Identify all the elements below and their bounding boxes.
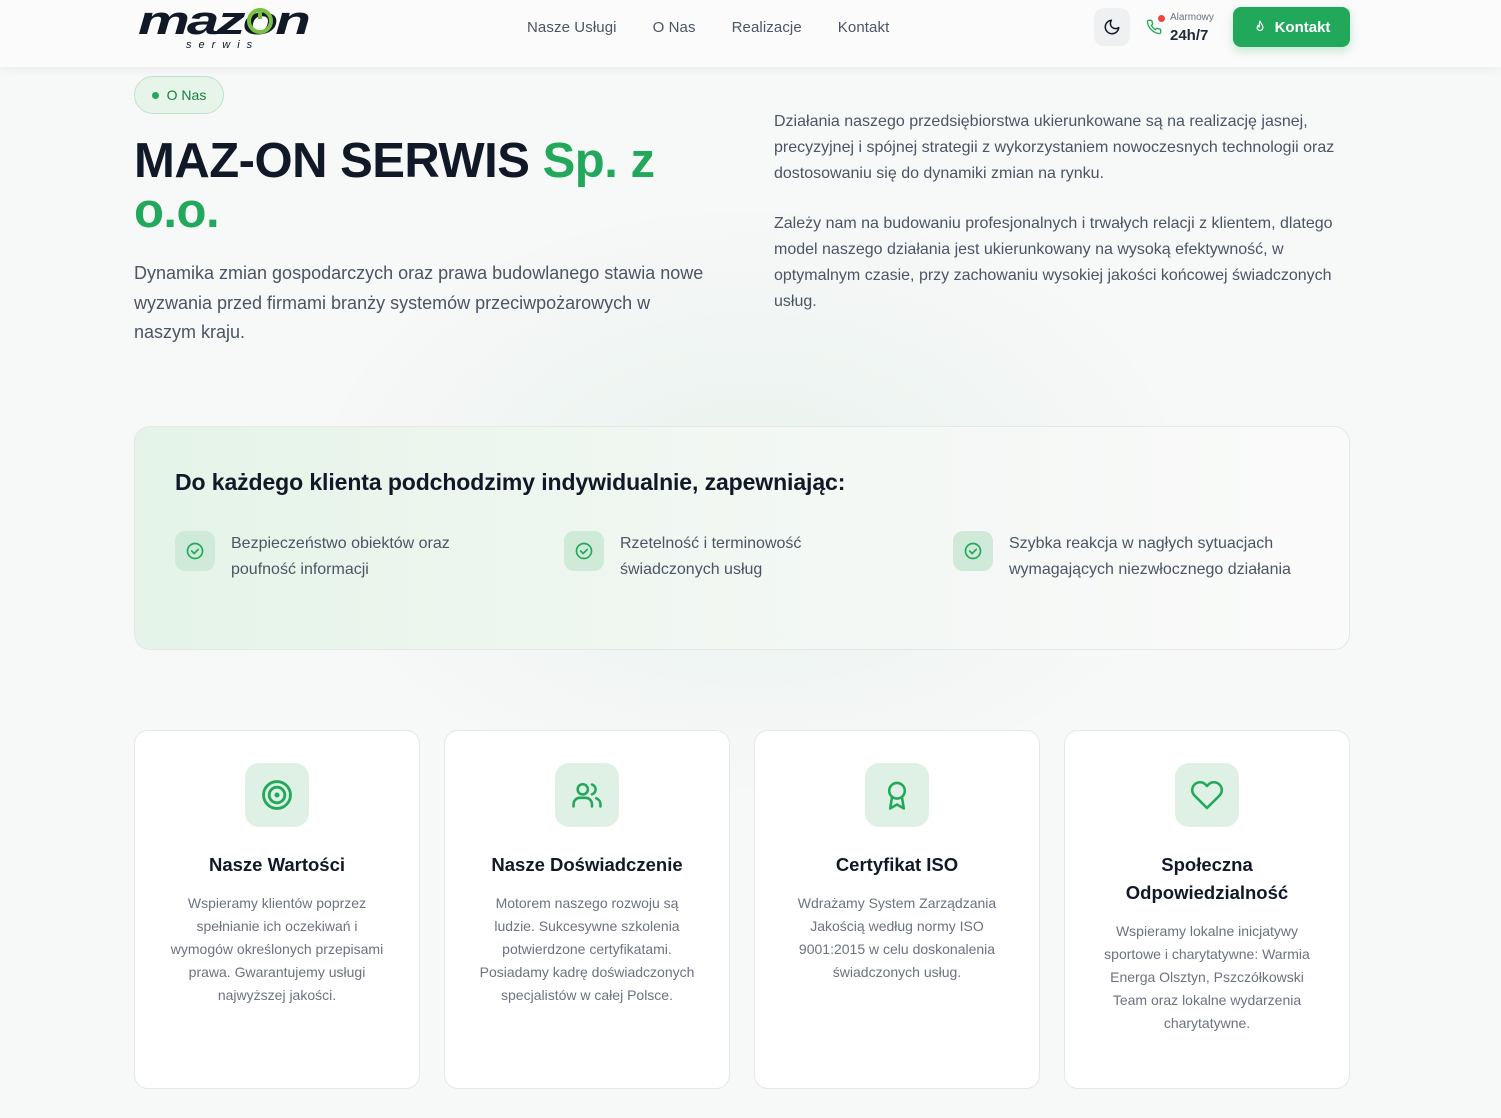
approach-item-text: Rzetelność i terminowość świadczonych us… [620, 535, 802, 578]
alarm-label: Alarmowy [1170, 12, 1214, 23]
feature-card-csr: Społeczna Odpowiedzialność Wspieramy lok… [1064, 730, 1350, 1089]
hero-lead: Dynamika zmian gospodarczych oraz prawa … [134, 263, 704, 342]
approach-box: Do każdego klienta podchodzimy indywidua… [134, 426, 1350, 650]
card-title: Certyfikat ISO [835, 854, 959, 875]
nav-item-uslugi[interactable]: Nasze Usługi [527, 19, 617, 36]
badge-label: O Nas [166, 87, 207, 103]
contact-button-label: Kontakt [1274, 18, 1331, 36]
approach-title: Do każdego klienta podchodzimy indywidua… [175, 469, 846, 495]
heart-icon [1175, 763, 1239, 827]
svg-text:mazon: mazon [138, 4, 309, 43]
users-icon [555, 763, 619, 827]
card-text: Wdrażamy System Zarządzania Jakością wed… [797, 895, 997, 980]
card-text: Motorem naszego rozwoju są ludzie. Sukce… [479, 895, 695, 1003]
approach-item: Szybka reakcja w nagłych sytuacjach wyma… [953, 531, 1291, 631]
svg-text:serwis: serwis [186, 39, 259, 50]
section-badge: O Nas [134, 76, 224, 114]
approach-item: Rzetelność i terminowość świadczonych us… [564, 531, 884, 631]
nav-item-kontakt[interactable]: Kontakt [838, 19, 890, 36]
check-circle-icon [564, 531, 604, 571]
feature-card-iso: Certyfikat ISO Wdrażamy System Zarządzan… [754, 730, 1040, 1089]
alarm-status-dot [1158, 15, 1165, 22]
feature-card-values: Nasze Wartości Wspieramy klientów poprze… [134, 730, 420, 1089]
check-circle-icon [175, 531, 215, 571]
moon-icon [1104, 19, 1120, 35]
award-icon [865, 763, 929, 827]
flame-icon [1256, 20, 1264, 32]
approach-item-text: Szybka reakcja w nagłych sytuacjach wyma… [1009, 535, 1291, 578]
about-paragraph: Zależy nam na budowaniu profesjonalnych … [774, 215, 1333, 310]
badge-dot [151, 91, 159, 99]
alarm-phone[interactable]: Alarmowy 24h/7 [1146, 10, 1226, 50]
title-main: MAZ-ON SERWIS [134, 134, 530, 188]
logo[interactable]: mazon serwis [138, 4, 310, 50]
card-title: Społeczna Odpowiedzialność [1125, 854, 1289, 903]
main-nav: Nasze Usługi O Nas Realizacje Kontakt [527, 0, 925, 54]
about-text: Działania naszego przedsiębiorstwa ukier… [774, 109, 1354, 339]
card-title: Nasze Doświadczenie [491, 854, 683, 875]
page-title: MAZ-ON SERWIS Sp. z o.o. [134, 136, 734, 236]
card-text: Wspieramy lokalne inicjatywy sportowe i … [1104, 923, 1310, 1031]
approach-item: Bezpieczeństwo obiektów oraz poufność in… [175, 531, 495, 631]
about-paragraph: Działania naszego przedsiębiorstwa ukier… [774, 113, 1335, 182]
approach-item-text: Bezpieczeństwo obiektów oraz poufność in… [231, 535, 450, 578]
site-header: mazon serwis Nasze Usługi O Nas Realizac… [0, 0, 1501, 67]
card-text: Wspieramy klientów poprzez spełnianie ic… [170, 895, 384, 1003]
feature-card-experience: Nasze Doświadczenie Motorem naszego rozw… [444, 730, 730, 1089]
check-circle-icon [953, 531, 993, 571]
nav-item-realizacje[interactable]: Realizacje [732, 19, 802, 36]
target-icon [245, 763, 309, 827]
nav-item-o-nas[interactable]: O Nas [653, 19, 696, 36]
card-title: Nasze Wartości [208, 854, 346, 875]
alarm-value: 24h/7 [1170, 27, 1209, 44]
contact-button[interactable]: Kontakt [1233, 7, 1350, 47]
theme-toggle-button[interactable] [1094, 8, 1130, 46]
